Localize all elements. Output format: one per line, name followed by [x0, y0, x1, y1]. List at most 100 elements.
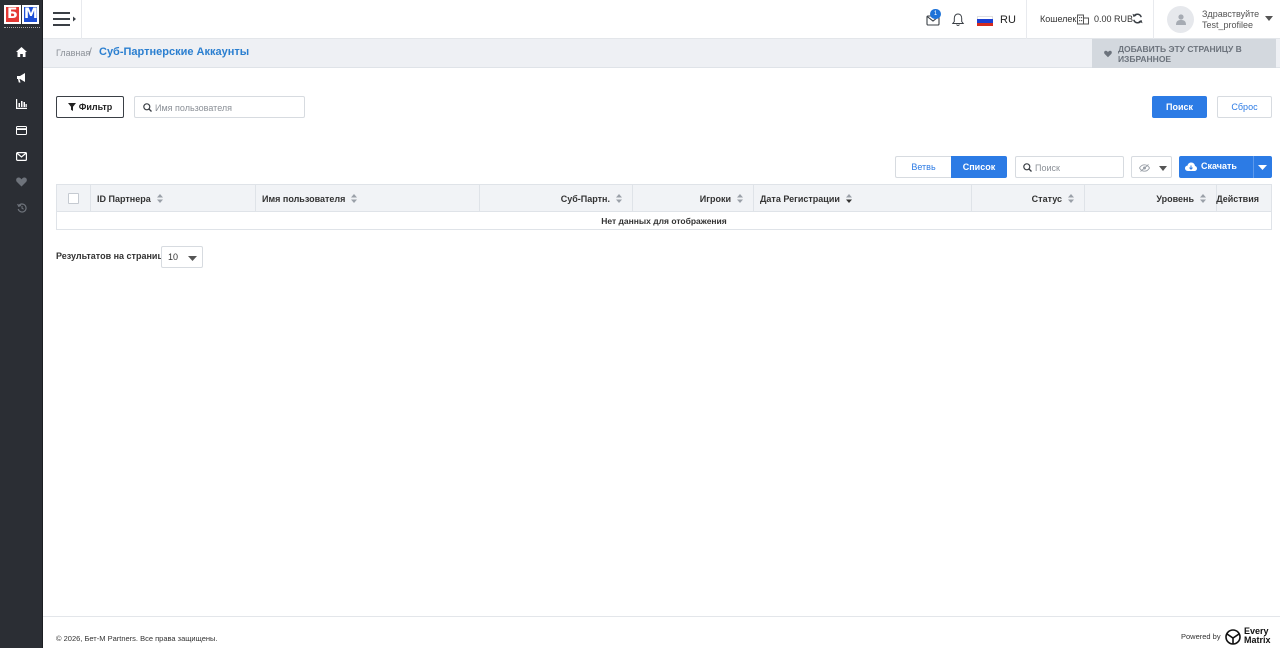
download-button-label: Скачать: [1201, 161, 1237, 171]
per-page-select[interactable]: 10: [161, 246, 203, 268]
column-header-label: Суб-Партн.: [560, 193, 610, 204]
breadcrumb: Главная / Суб-Партнерские Аккаунты ДОБАВ…: [43, 39, 1280, 68]
logo-letter-left: Б: [4, 5, 21, 24]
history-icon: [16, 203, 27, 213]
filter-button[interactable]: Фильтр: [56, 96, 124, 118]
wallet-label: Кошелек: [1040, 14, 1077, 24]
chevron-down-icon[interactable]: [1265, 16, 1273, 21]
sidebar-item-reports[interactable]: [0, 91, 43, 117]
search-icon: [1023, 163, 1032, 172]
tab-list-view[interactable]: Список: [951, 156, 1007, 178]
column-header-level[interactable]: Уровень: [1085, 185, 1217, 212]
column-header-label: ID Партнера: [97, 193, 151, 204]
column-header-sub-partners[interactable]: Суб-Партн.: [480, 185, 633, 212]
select-all-cell: [57, 185, 91, 212]
heart-icon: [1104, 50, 1112, 57]
page-title: Суб-Партнерские Аккаунты: [99, 46, 250, 58]
column-header-label: Статус: [1031, 193, 1062, 204]
filter-icon: [67, 103, 76, 111]
logo-subline: [4, 27, 40, 30]
column-header-status[interactable]: Статус: [972, 185, 1085, 212]
sidebar: Б М: [0, 0, 43, 648]
sub-partner-table: ID Партнера Имя пользователя Суб-Партн. …: [56, 184, 1272, 230]
search-button[interactable]: Поиск: [1152, 96, 1207, 118]
select-all-checkbox[interactable]: [68, 193, 79, 204]
column-header-label: Имя пользователя: [262, 193, 346, 204]
chevron-down-icon: [1159, 166, 1167, 171]
download-split-divider: [1253, 156, 1254, 178]
per-page-value: 10: [168, 252, 179, 262]
column-header-label: Игроки: [699, 193, 731, 204]
sort-desc-icon: [845, 194, 852, 203]
table-search-field[interactable]: [1015, 156, 1124, 178]
heart-icon: [16, 177, 27, 187]
column-header-label: Действия: [1216, 193, 1259, 204]
add-to-favorites-button[interactable]: ДОБАВИТЬ ЭТУ СТРАНИЦУ В ИЗБРАННОЕ: [1092, 39, 1276, 68]
column-header-username[interactable]: Имя пользователя: [256, 185, 480, 212]
sidebar-item-payments[interactable]: [0, 117, 43, 143]
breadcrumb-home-link[interactable]: Главная: [56, 48, 90, 58]
header-divider: [81, 0, 82, 39]
top-header: 1 RU Кошелек 0.00 RUB Здравствуйте Test_…: [43, 0, 1280, 39]
download-button[interactable]: Скачать: [1179, 156, 1272, 178]
language-selector[interactable]: RU: [1000, 14, 1016, 26]
eye-slash-icon: [1139, 164, 1150, 172]
column-header-partner-id[interactable]: ID Партнера: [91, 185, 256, 212]
column-visibility-dropdown[interactable]: [1131, 156, 1172, 178]
column-header-label: Дата Регистрации: [760, 193, 840, 204]
logo-letter-right: М: [22, 5, 39, 24]
vendor-name-line2: Matrix: [1244, 635, 1271, 645]
username-text[interactable]: Test_profilee: [1202, 20, 1253, 30]
avatar[interactable]: [1167, 6, 1194, 33]
chevron-down-icon[interactable]: [1258, 165, 1267, 170]
sort-icon: [1068, 194, 1074, 203]
sidebar-item-history[interactable]: [0, 195, 43, 221]
header-divider: [1153, 0, 1154, 39]
refresh-icon[interactable]: [1132, 13, 1143, 24]
username-search-input[interactable]: [155, 100, 300, 115]
header-divider: [1026, 0, 1027, 39]
cloud-download-icon: [1185, 162, 1197, 171]
filter-button-label: Фильтр: [78, 102, 113, 112]
bell-icon[interactable]: [951, 12, 965, 27]
sort-icon: [156, 194, 163, 203]
add-to-favorites-label: ДОБАВИТЬ ЭТУ СТРАНИЦУ В ИЗБРАННОЕ: [1117, 43, 1242, 64]
vendor-logo[interactable]: Every Matrix: [1224, 627, 1272, 647]
page-footer: © 2026, Бет-М Partners. Все права защище…: [43, 616, 1280, 648]
column-header-registration-date[interactable]: Дата Регистрации: [754, 185, 972, 212]
username-search-field[interactable]: [134, 96, 305, 118]
sort-icon: [737, 194, 743, 203]
tab-branch-view[interactable]: Ветвь: [895, 156, 951, 178]
column-header-label: Уровень: [1156, 193, 1194, 204]
per-page-label: Результатов на странице: [56, 251, 168, 261]
envelope-icon: [16, 151, 27, 161]
powered-by-text: Powered by: [1181, 632, 1221, 641]
bar-chart-icon: [16, 99, 27, 109]
copyright-text: © 2026, Бет-М Partners. Все права защище…: [56, 634, 218, 643]
vendor-emblem-icon: [1225, 629, 1241, 645]
table-search-input[interactable]: [1035, 160, 1120, 175]
column-header-actions: Действия: [1216, 185, 1271, 212]
greeting-text: Здравствуйте: [1202, 9, 1260, 19]
home-icon: [16, 47, 27, 57]
sort-icon: [616, 194, 622, 203]
wallet-icon: [1077, 14, 1089, 25]
reset-button[interactable]: Сброс: [1217, 96, 1272, 118]
sidebar-item-home[interactable]: [0, 39, 43, 65]
user-icon: [1175, 14, 1186, 25]
table-header-row: ID Партнера Имя пользователя Суб-Партн. …: [57, 185, 1271, 212]
search-icon: [143, 103, 152, 112]
breadcrumb-separator: /: [89, 47, 92, 58]
russia-flag-icon[interactable]: [977, 16, 993, 26]
chevron-down-icon: [188, 256, 197, 261]
sidebar-item-favorites[interactable]: [0, 169, 43, 195]
megaphone-icon: [17, 73, 25, 83]
brand-logo[interactable]: Б М: [4, 5, 40, 33]
menu-toggle-icon[interactable]: [53, 11, 77, 27]
sidebar-item-campaigns[interactable]: [0, 65, 43, 91]
column-header-players[interactable]: Игроки: [633, 185, 754, 212]
sort-icon: [351, 194, 358, 203]
sidebar-item-messages[interactable]: [0, 143, 43, 169]
notification-badge: 1: [930, 9, 941, 19]
wallet-balance: 0.00 RUB: [1094, 14, 1134, 24]
